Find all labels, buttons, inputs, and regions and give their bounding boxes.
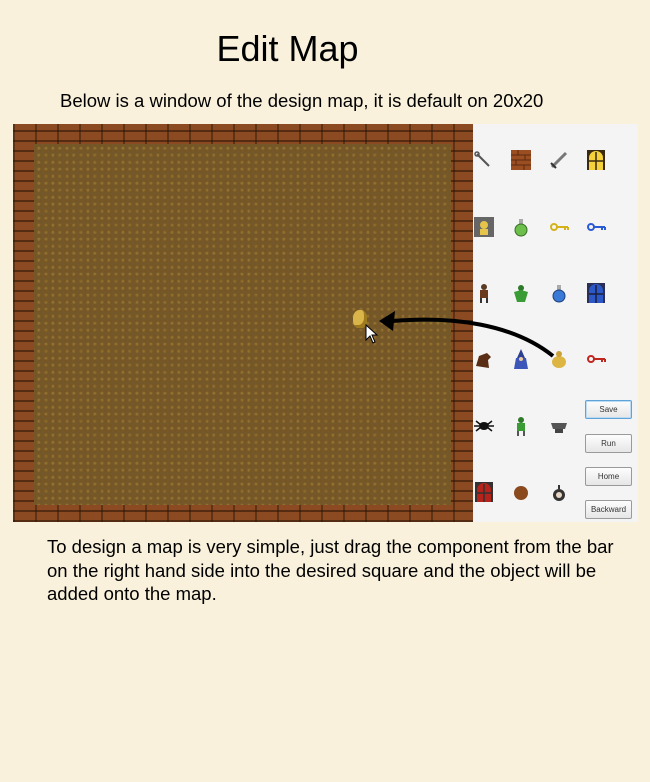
wrench-icon[interactable] (473, 149, 495, 171)
run-button[interactable]: Run (585, 434, 632, 453)
page-title: Edit Map (216, 28, 359, 69)
green-monster-icon[interactable] (510, 282, 532, 304)
mouse-cursor-icon (365, 324, 379, 344)
red-door-icon[interactable] (473, 481, 495, 503)
statue-icon[interactable] (473, 216, 495, 238)
map-floor[interactable] (34, 144, 451, 505)
horse-icon[interactable] (473, 348, 495, 370)
boulder-icon[interactable] (510, 481, 532, 503)
blue-potion-icon[interactable] (548, 282, 570, 304)
save-button[interactable]: Save (585, 400, 632, 419)
component-palette (473, 124, 638, 522)
blue-door-icon[interactable] (585, 282, 607, 304)
goblin-icon[interactable] (510, 415, 532, 437)
green-potion-icon[interactable] (510, 216, 532, 238)
bomb-icon[interactable] (548, 481, 570, 503)
design-map[interactable] (13, 124, 473, 522)
gold-sack-icon[interactable] (548, 348, 570, 370)
gold-key-icon[interactable] (548, 216, 570, 238)
anvil-icon[interactable] (548, 415, 570, 437)
warrior-icon[interactable] (473, 282, 495, 304)
blue-key-icon[interactable] (585, 216, 607, 238)
intro-text: Below is a window of the design map, it … (60, 90, 544, 111)
brick-wall-icon[interactable] (510, 149, 532, 171)
backward-button[interactable]: Backward (585, 500, 632, 519)
red-key-icon[interactable] (585, 348, 607, 370)
wizard-icon[interactable] (510, 348, 532, 370)
door-icon[interactable] (585, 149, 607, 171)
description-text: To design a map is very simple, just dra… (47, 536, 614, 604)
sword-icon[interactable] (548, 149, 570, 171)
home-button[interactable]: Home (585, 467, 632, 486)
map-editor-window: Save Run Home Backward (13, 124, 638, 522)
spider-icon[interactable] (473, 415, 495, 437)
